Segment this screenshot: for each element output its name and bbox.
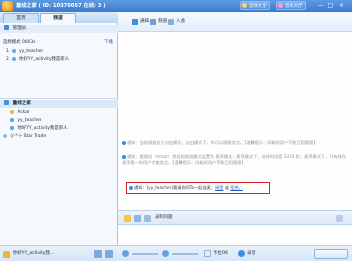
settings-icon[interactable] [94,250,102,258]
tab-home[interactable]: 首页 [3,13,39,23]
queue-name: yy_teacher [19,49,44,54]
input-toolbar: 录制问题 [118,210,352,225]
manager-icon [4,25,9,30]
channel-button[interactable]: 频道 [150,16,167,28]
notice-icon [132,19,138,25]
user-icon [10,117,14,122]
music-hall-button[interactable]: 音乐大厅 [276,1,306,10]
queue-num: 2. [6,57,11,62]
minimize-icon[interactable]: — [316,1,325,10]
voice-bottom-bar: 卡拉OK 录音 [118,245,352,261]
queue-num: 1. [6,49,11,54]
current-user-label: 你好YY_activity我… [13,251,55,256]
image-icon[interactable] [134,215,141,222]
left-tab-bar: 首页 频道 [0,12,118,23]
emoji-icon[interactable] [124,215,131,222]
accept-link[interactable]: 接受 [215,185,223,190]
invite-text: 邀请你同Ta一起连麦： [172,185,216,190]
user-icon [11,56,16,61]
mode-action-link[interactable]: 下播 [104,39,113,46]
app-logo-icon [2,1,13,11]
notice-text: 通知：管理员（Ackar）把当前频道模式设置为 麦序模式；麦序模式下，选择时间是… [122,154,347,165]
user-icon [11,48,16,53]
sound-icon [242,3,247,8]
member-name: 你好YY_activity我是新人 [17,126,68,131]
chat-toolbar: 通知 频道 入会 [118,12,352,32]
menu-icon[interactable] [105,250,113,258]
record-radio[interactable] [238,250,245,257]
join-button-label: 入会 [176,19,186,24]
avatar[interactable] [3,251,10,258]
queue-item[interactable]: 1. yy_teacher [6,48,43,55]
invite-notice: 通知：[yy_teacher]邀请你同Ta一起连麦：接受 或 拒绝。 [129,185,269,191]
title-bar: 童线之家 ( ID: 10370057 在线: 3 ) 音效大全 音乐大厅 — … [0,0,352,12]
chat-notice: 通知：当前频道处于自由模式；自由模式下，你可以随意发言。【温馨提示：同级的用户不… [122,140,348,146]
notice-icon [122,140,126,145]
karaoke-checkbox[interactable] [204,250,211,257]
member-row[interactable]: yy_teacher [10,117,42,124]
notice-text: 通知：当前频道处于自由模式；自由模式下，你可以随意发言。【温馨提示：同级的用户不… [127,140,318,145]
sound-effects-button[interactable]: 音效大全 [240,1,270,10]
notice-icon [122,154,126,159]
notice-button[interactable]: 通知 [132,16,149,28]
queue-name: 你好YY_activity我是新人 [19,57,70,62]
member-name: Ackar [17,110,30,115]
history-icon[interactable] [336,215,343,222]
karaoke-label: 卡拉OK [213,251,229,256]
channel-root[interactable]: 童线之家 [0,100,118,108]
left-panel: 首页 频道 管理员 选择模式 0003s 下播 1. yy_teacher 2.… [0,12,118,261]
notice-button-label: 通知 [140,19,150,24]
window-title: 童线之家 ( ID: 10370057 在线: 3 ) [16,3,106,9]
invite-user: [yy_teacher] [146,185,173,190]
close-icon[interactable]: × [337,1,346,10]
chat-notice: 通知：管理员（Ackar）把当前频道模式设置为 麦序模式；麦序模式下，选择时间是… [122,154,348,166]
queue-item[interactable]: 2. 你好YY_activity我是新人 [6,56,69,63]
music-hall-label: 音乐大厅 [285,4,303,9]
invite-prefix: 通知： [134,185,147,190]
member-prefix: (/-*-)- [10,134,23,139]
channel-icon [4,100,9,105]
sound-effects-label: 音效大全 [249,4,267,9]
music-icon [278,3,283,8]
member-row[interactable]: (/-*-)- Star Trade [3,133,46,140]
tab-channel[interactable]: 频道 [40,13,76,23]
left-bottom-bar: 你好YY_activity我… [0,245,118,261]
record-label: 录音 [247,251,256,256]
right-panel: 通知 频道 入会 通知：当前频道处于自由模式；自由模式下，你可以随意发言。【温馨… [118,12,352,261]
channel-button-label: 频道 [158,19,168,24]
channel-icon [150,19,156,25]
speaker-icon[interactable] [122,250,129,257]
reject-link[interactable]: 拒绝。 [230,185,243,190]
screenshot-icon[interactable] [144,215,151,222]
member-name: yy_teacher [17,118,42,123]
member-name: Star Trade [23,134,47,139]
join-icon [168,19,174,25]
crown-icon [10,109,14,114]
message-input[interactable] [118,225,352,245]
chat-area: 通知：当前频道处于自由模式；自由模式下，你可以随意发言。【温馨提示：同级的用户不… [118,32,352,210]
speaker-volume-slider[interactable] [132,253,158,255]
channel-root-label: 童线之家 [12,101,31,106]
manager-section-label: 管理员 [12,26,27,31]
member-row[interactable]: 你好YY_activity我是新人 [10,125,68,132]
maximize-icon[interactable]: □ [326,1,335,10]
manager-section[interactable]: 管理员 [0,25,118,33]
notice-icon [129,185,133,190]
join-button[interactable]: 入会 [168,16,185,28]
send-button[interactable] [314,249,348,259]
record-problem-label[interactable]: 录制问题 [155,214,173,221]
or-text: 或 [224,185,229,190]
microphone-icon[interactable] [162,250,169,257]
mic-volume-slider[interactable] [172,253,198,255]
user-icon [3,133,7,138]
member-row[interactable]: Ackar [10,109,30,116]
user-icon [10,125,14,130]
mode-label: 选择模式 0003s [3,40,36,45]
divider [0,98,118,99]
